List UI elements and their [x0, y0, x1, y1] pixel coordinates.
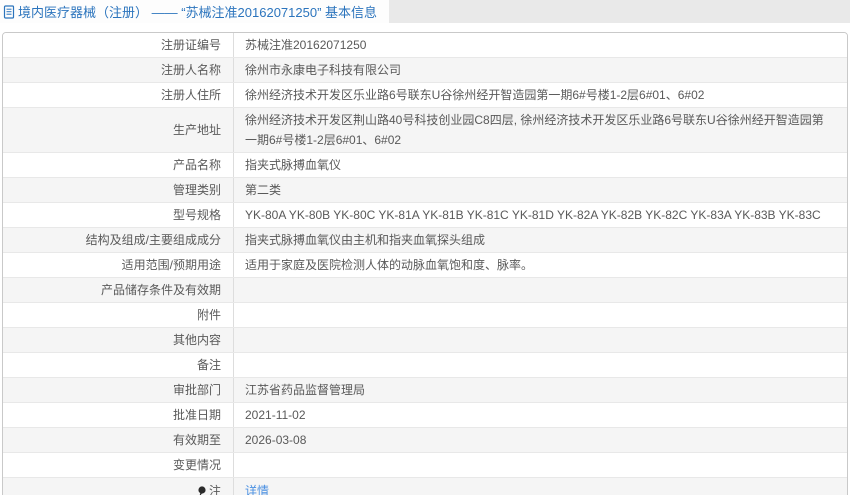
row-value: 指夹式脉搏血氧仪	[245, 158, 342, 172]
row-label-cell: 其他内容	[3, 328, 234, 352]
document-icon	[3, 4, 15, 19]
row-label: 适用范围/预期用途	[121, 258, 221, 272]
row-label-cell: 审批部门	[3, 378, 234, 402]
detail-link[interactable]: 详情	[245, 481, 269, 495]
row-label: 结构及组成/主要组成成分	[85, 233, 221, 247]
row-value-cell: 第二类	[234, 178, 847, 202]
row-value-cell: 2026-03-08	[234, 428, 847, 452]
row-value: 2021-11-02	[245, 408, 306, 422]
table-row: 变更情况	[3, 453, 847, 478]
table-row: 注册证编号 苏械注准20162071250	[3, 33, 847, 58]
row-value-cell: 指夹式脉搏血氧仪由主机和指夹血氧探头组成	[234, 228, 847, 252]
row-value: 徐州经济技术开发区荆山路40号科技创业园C8四层, 徐州经济技术开发区乐业路6号…	[245, 113, 824, 147]
row-label: 有效期至	[172, 433, 221, 447]
row-label: 附件	[196, 308, 221, 322]
row-value-cell: 徐州市永康电子科技有限公司	[234, 58, 847, 82]
row-value-cell: 详情	[234, 478, 847, 495]
row-label-cell: 备注	[3, 353, 234, 377]
row-label-cell: 注册人名称	[3, 58, 234, 82]
row-label: 备注	[196, 358, 221, 372]
row-label-cell: 型号规格	[3, 203, 234, 227]
row-label-cell: 结构及组成/主要组成成分	[3, 228, 234, 252]
row-label-cell: 注册人住所	[3, 83, 234, 107]
table-row: 其他内容	[3, 328, 847, 353]
row-value-cell	[234, 278, 847, 302]
table-row: 注册人住所 徐州经济技术开发区乐业路6号联东U谷徐州经开智造园第一期6#号楼1-2…	[3, 83, 847, 108]
row-value-cell: 江苏省药品监督管理局	[234, 378, 847, 402]
row-label: 产品储存条件及有效期	[100, 283, 221, 297]
row-label: 审批部门	[172, 383, 221, 397]
table-row: 生产地址 徐州经济技术开发区荆山路40号科技创业园C8四层, 徐州经济技术开发区乐…	[3, 108, 847, 153]
row-value-cell: 指夹式脉搏血氧仪	[234, 153, 847, 177]
row-label-cell: 产品储存条件及有效期	[3, 278, 234, 302]
table-row: 注册人名称 徐州市永康电子科技有限公司	[3, 58, 847, 83]
row-label-cell: 注	[3, 478, 234, 495]
row-value: 苏械注准20162071250	[245, 38, 367, 52]
info-table: 注册证编号 苏械注准20162071250 注册人名称 徐州市永康电子科技有限公司 注册…	[2, 32, 848, 495]
row-value: 指夹式脉搏血氧仪由主机和指夹血氧探头组成	[245, 233, 486, 247]
table-row: 审批部门 江苏省药品监督管理局	[3, 378, 847, 403]
row-label: 批准日期	[172, 408, 221, 422]
row-label-cell: 变更情况	[3, 453, 234, 477]
table-row: 产品名称 指夹式脉搏血氧仪	[3, 153, 847, 178]
row-value-cell	[234, 353, 847, 377]
row-label-cell: 管理类别	[3, 178, 234, 202]
header-bar: 境内医疗器械（注册） —— “苏械注准20162071250” 基本信息	[0, 0, 850, 23]
table-row: 有效期至 2026-03-08	[3, 428, 847, 453]
pin-icon	[197, 485, 207, 495]
row-value-cell: YK-80A YK-80B YK-80C YK-81A YK-81B YK-81…	[234, 203, 847, 227]
row-label-cell: 批准日期	[3, 403, 234, 427]
row-value: 徐州市永康电子科技有限公司	[245, 63, 402, 77]
row-label: 注册人名称	[160, 63, 221, 77]
row-label: 生产地址	[172, 123, 221, 137]
row-value-cell	[234, 453, 847, 477]
table-row: 批准日期 2021-11-02	[3, 403, 847, 428]
table-row: 型号规格 YK-80A YK-80B YK-80C YK-81A YK-81B Y…	[3, 203, 847, 228]
row-label: 注	[208, 483, 221, 495]
row-label-cell: 适用范围/预期用途	[3, 253, 234, 277]
row-value-cell: 徐州经济技术开发区乐业路6号联东U谷徐州经开智造园第一期6#号楼1-2层6#01…	[234, 83, 847, 107]
table-row: 备注	[3, 353, 847, 378]
row-value: YK-80A YK-80B YK-80C YK-81A YK-81B YK-81…	[245, 208, 821, 222]
table-row: 结构及组成/主要组成成分 指夹式脉搏血氧仪由主机和指夹血氧探头组成	[3, 228, 847, 253]
row-label: 管理类别	[172, 183, 221, 197]
row-value: 适用于家庭及医院检测人体的动脉血氧饱和度、脉率。	[245, 258, 534, 272]
row-value-cell: 徐州经济技术开发区荆山路40号科技创业园C8四层, 徐州经济技术开发区乐业路6号…	[234, 108, 847, 152]
row-value-cell	[234, 303, 847, 327]
row-label: 注册证编号	[160, 38, 221, 52]
row-label-cell: 生产地址	[3, 108, 234, 152]
row-label-cell: 附件	[3, 303, 234, 327]
row-value: 徐州经济技术开发区乐业路6号联东U谷徐州经开智造园第一期6#号楼1-2层6#01…	[245, 88, 705, 102]
row-label: 型号规格	[172, 208, 221, 222]
row-label: 注册人住所	[160, 88, 221, 102]
row-label: 其他内容	[172, 333, 221, 347]
row-label-cell: 有效期至	[3, 428, 234, 452]
table-row: 附件	[3, 303, 847, 328]
row-label-cell: 产品名称	[3, 153, 234, 177]
row-value: 2026-03-08	[245, 433, 307, 447]
row-value-cell: 2021-11-02	[234, 403, 847, 427]
page-title-tab: 境内医疗器械（注册） —— “苏械注准20162071250” 基本信息	[0, 0, 390, 23]
row-value-cell: 苏械注准20162071250	[234, 33, 847, 57]
row-value: 江苏省药品监督管理局	[245, 383, 366, 397]
table-row: 适用范围/预期用途 适用于家庭及医院检测人体的动脉血氧饱和度、脉率。	[3, 253, 847, 278]
row-label-cell: 注册证编号	[3, 33, 234, 57]
row-label: 产品名称	[172, 158, 221, 172]
row-value: 第二类	[245, 183, 282, 197]
table-row: 管理类别 第二类	[3, 178, 847, 203]
page-title: 境内医疗器械（注册） —— “苏械注准20162071250” 基本信息	[18, 5, 378, 20]
table-row: 产品储存条件及有效期	[3, 278, 847, 303]
row-value-cell	[234, 328, 847, 352]
row-value-cell: 适用于家庭及医院检测人体的动脉血氧饱和度、脉率。	[234, 253, 847, 277]
row-label: 变更情况	[172, 458, 221, 472]
table-row: 注 详情	[3, 478, 847, 495]
